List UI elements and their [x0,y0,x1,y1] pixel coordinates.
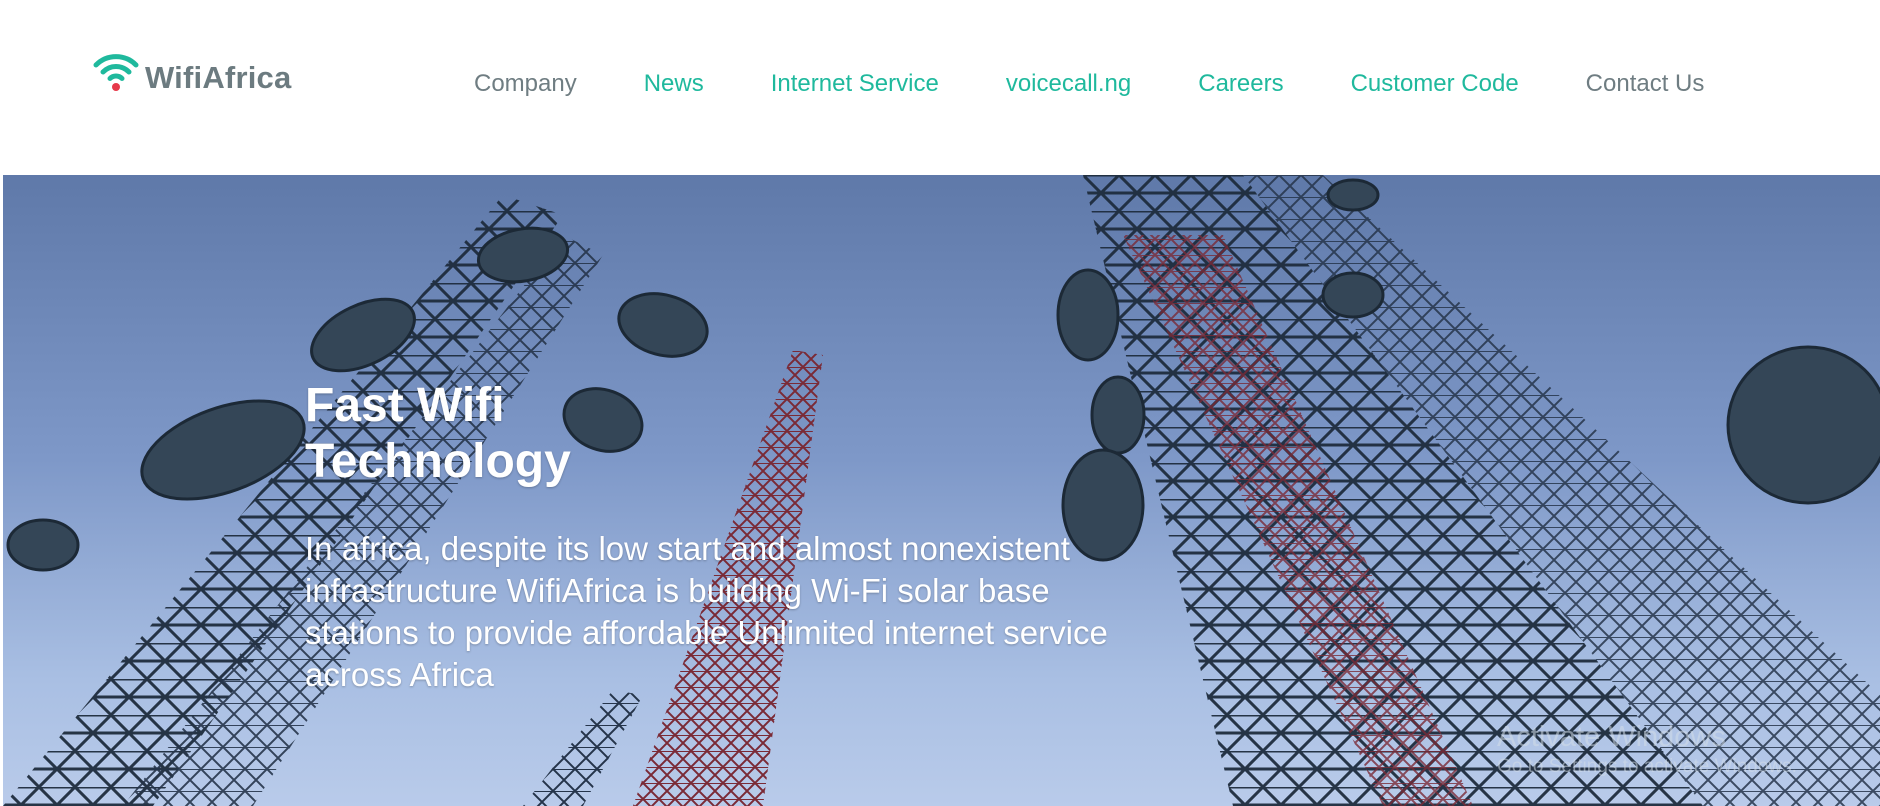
watermark-subtitle: Go to Settings to activate Windows. [1497,756,1797,777]
brand-logo-link[interactable]: WifiAfrica [93,46,291,96]
site-header: WifiAfrica Company News Internet Service… [0,0,1880,175]
brand-name: WifiAfrica [145,60,292,95]
nav-careers[interactable]: Careers [1198,70,1283,98]
nav-internet-service[interactable]: Internet Service [771,70,939,98]
hero-title: Fast Wifi Technology [305,379,571,488]
activate-windows-watermark: Activate Windows Go to Settings to activ… [1497,720,1797,780]
nav-customer-code[interactable]: Customer Code [1351,70,1519,98]
hero-copy: Fast Wifi Technology In africa, despite … [305,378,1165,696]
main-nav: Company News Internet Service voicecall.… [474,70,1704,98]
watermark-title: Activate Windows [1497,721,1726,753]
hero-banner: Fast Wifi Technology In africa, despite … [3,175,1880,806]
nav-news[interactable]: News [644,70,704,98]
nav-voicecall[interactable]: voicecall.ng [1006,70,1131,98]
wifi-signal-icon [93,54,139,91]
nav-contact-us[interactable]: Contact Us [1586,70,1705,98]
nav-company[interactable]: Company [474,70,577,98]
hero-description: In africa, despite its low start and alm… [305,530,1108,693]
